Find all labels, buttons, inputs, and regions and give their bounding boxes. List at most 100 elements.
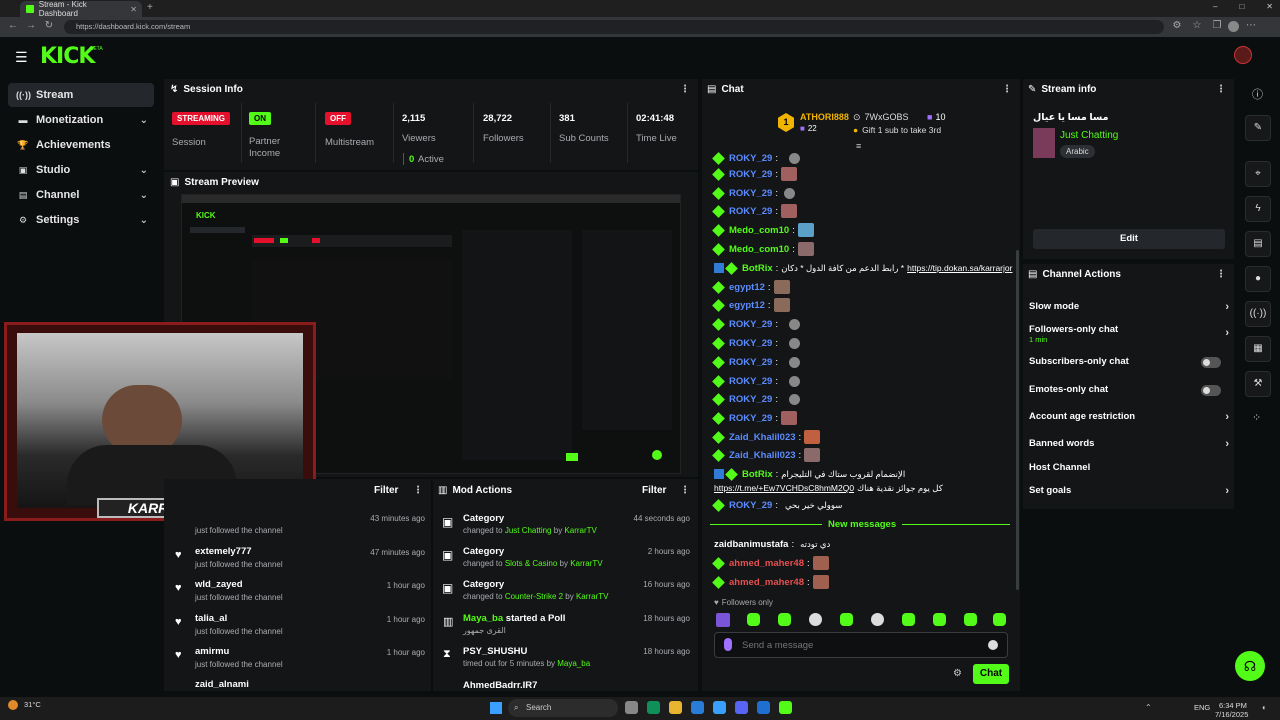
broadcast-rail-icon[interactable]: ((·)) [1245,301,1271,327]
new-messages-label[interactable]: New messages [822,519,903,530]
browser-menu-icon[interactable]: ⋯ [1244,19,1258,33]
sidebar-item-achievements[interactable]: 🏆 Achievements [8,133,154,157]
back-icon[interactable]: ← [6,19,20,33]
browser-tab[interactable]: Stream - Kick Dashboard ✕ [20,0,142,18]
emote-icon[interactable] [902,613,915,626]
emotes-only-toggle[interactable] [1201,385,1221,396]
sidebar-item-monetization[interactable]: ▬ Monetization ⌄ [8,108,154,132]
emote-category-icon[interactable] [716,613,730,627]
chat-message: ahmed_maher48: [712,555,829,571]
chat-message: ROKY_29: [712,391,800,407]
emote-icon[interactable] [778,613,791,626]
partner-income-badge[interactable]: ON [249,112,271,125]
stream-category[interactable]: Just Chatting [1060,130,1118,141]
followers-filter-button[interactable]: Filter [374,485,398,496]
forward-icon[interactable]: → [24,19,38,33]
expand-leaderboard-icon[interactable]: ≡ [856,141,861,151]
minimize-icon[interactable]: – [1213,2,1217,11]
mic-icon[interactable] [724,638,732,651]
emote-icon[interactable] [871,613,884,626]
file-explorer-icon[interactable] [669,701,682,714]
clipboard-icon[interactable]: ▤ [1245,231,1271,257]
emote-icon[interactable] [964,613,977,626]
emote-icon[interactable] [747,613,760,626]
task-view-icon[interactable] [625,701,638,714]
lightning-icon[interactable]: ϟ [1245,196,1271,222]
multistream-badge[interactable]: OFF [325,112,351,125]
hamburger-menu-icon[interactable]: ☰ [15,49,28,66]
emote-icon[interactable] [840,613,853,626]
whatsapp-icon[interactable] [647,701,660,714]
tab-close-icon[interactable]: ✕ [130,5,137,14]
sidebar-item-studio[interactable]: ▣ Studio ⌄ [8,158,154,182]
gift-prompt[interactable]: ● Gift 1 sub to take 3rd [853,125,941,135]
host-channel-item[interactable]: Host Channel [1029,462,1229,476]
sidebar-item-channel[interactable]: ▤ Channel ⌄ [8,183,154,207]
emote [780,167,797,181]
taskbar-search[interactable]: ⌕ Search [508,699,618,717]
discord-icon[interactable] [735,701,748,714]
chat-settings-icon[interactable]: ⚙ [953,668,962,679]
emote-icon[interactable] [933,613,946,626]
slow-mode-item[interactable]: Slow mode › [1029,301,1229,315]
favorites-icon[interactable]: ☆ [1190,19,1204,33]
app-icon[interactable] [757,701,770,714]
emote-icon[interactable] [809,613,822,626]
emote-icon[interactable] [993,613,1006,626]
emoji-icon[interactable] [988,640,998,650]
category-icon: ▣ [442,581,454,595]
app-icon[interactable] [713,701,726,714]
tray-overflow-icon[interactable]: ⌃ [1145,703,1152,712]
banned-words-item[interactable]: Banned words › [1029,438,1229,452]
subscribers-only-toggle[interactable] [1201,357,1221,368]
edit-icon[interactable]: ✎ [1245,115,1271,141]
mod-filter-button[interactable]: Filter [642,485,666,496]
input-language[interactable]: ENG [1194,703,1210,712]
window-close-icon[interactable]: ✕ [1266,2,1273,11]
set-goals-item[interactable]: Set goals › [1029,485,1229,499]
sidebar-item-stream[interactable]: ((·)) Stream [8,83,154,107]
wrench-icon[interactable]: ⚒ [1245,371,1271,397]
chat-message: ROKY_29: [712,354,800,370]
kick-app-icon[interactable] [779,701,792,714]
chat-message: Zaid_Khalil023: [712,447,821,463]
bot-badge-icon [714,469,724,479]
notifications-icon[interactable]: ◐ [1262,703,1267,712]
extensions-icon[interactable]: ⚙ [1170,19,1184,33]
chat-message: Medo_com10: [712,222,814,238]
apps-icon[interactable]: ⁘ [1252,411,1261,424]
sidebar-item-settings[interactable]: ⚙ Settings ⌄ [8,208,154,232]
user-avatar[interactable] [1234,46,1252,64]
stream-info-more-icon[interactable]: ⋮ [1216,84,1226,95]
chat-more-icon[interactable]: ⋮ [1002,84,1012,95]
new-tab-icon[interactable]: + [147,2,153,13]
taskbar-time[interactable]: 6:34 PM [1219,701,1247,710]
send-chat-button[interactable]: Chat [973,664,1009,684]
followers-more-icon[interactable]: ⋮ [413,485,423,496]
collections-icon[interactable]: ❐ [1210,19,1224,33]
layout-icon[interactable]: ▦ [1245,336,1271,362]
chat-bubble-icon[interactable]: ● [1245,266,1271,292]
edge-icon[interactable] [691,701,704,714]
reload-icon[interactable]: ↻ [42,19,56,33]
screen-capture-icon[interactable]: ⌖ [1245,161,1271,187]
windows-start-icon[interactable] [490,702,502,714]
mod-more-icon[interactable]: ⋮ [680,485,690,496]
age-restriction-item[interactable]: Account age restriction › [1029,411,1229,425]
taskbar-date[interactable]: 7/16/2025 [1215,710,1248,719]
kick-logo[interactable]: KICK [40,44,95,69]
profile-avatar[interactable] [1228,21,1239,32]
address-bar[interactable]: https://dashboard.kick.com/stream [64,20,1164,34]
top-gifter-name[interactable]: ATHORI888 [800,112,849,122]
weather-temp[interactable]: 31°C [24,700,41,709]
channel-actions-more-icon[interactable]: ⋮ [1216,269,1226,280]
followers-only-item[interactable]: Followers-only chat 1 min › [1029,324,1229,346]
chat-input[interactable] [742,637,972,653]
session-more-icon[interactable]: ⋮ [680,84,690,95]
info-icon[interactable]: ⓘ [1252,86,1263,102]
chat-scrollbar[interactable] [1016,250,1019,590]
maximize-icon[interactable]: □ [1239,2,1244,11]
chat-icon: ▤ [707,84,717,95]
edit-stream-info-button[interactable]: Edit [1033,229,1225,249]
support-headset-icon[interactable]: ☊ [1235,651,1265,681]
